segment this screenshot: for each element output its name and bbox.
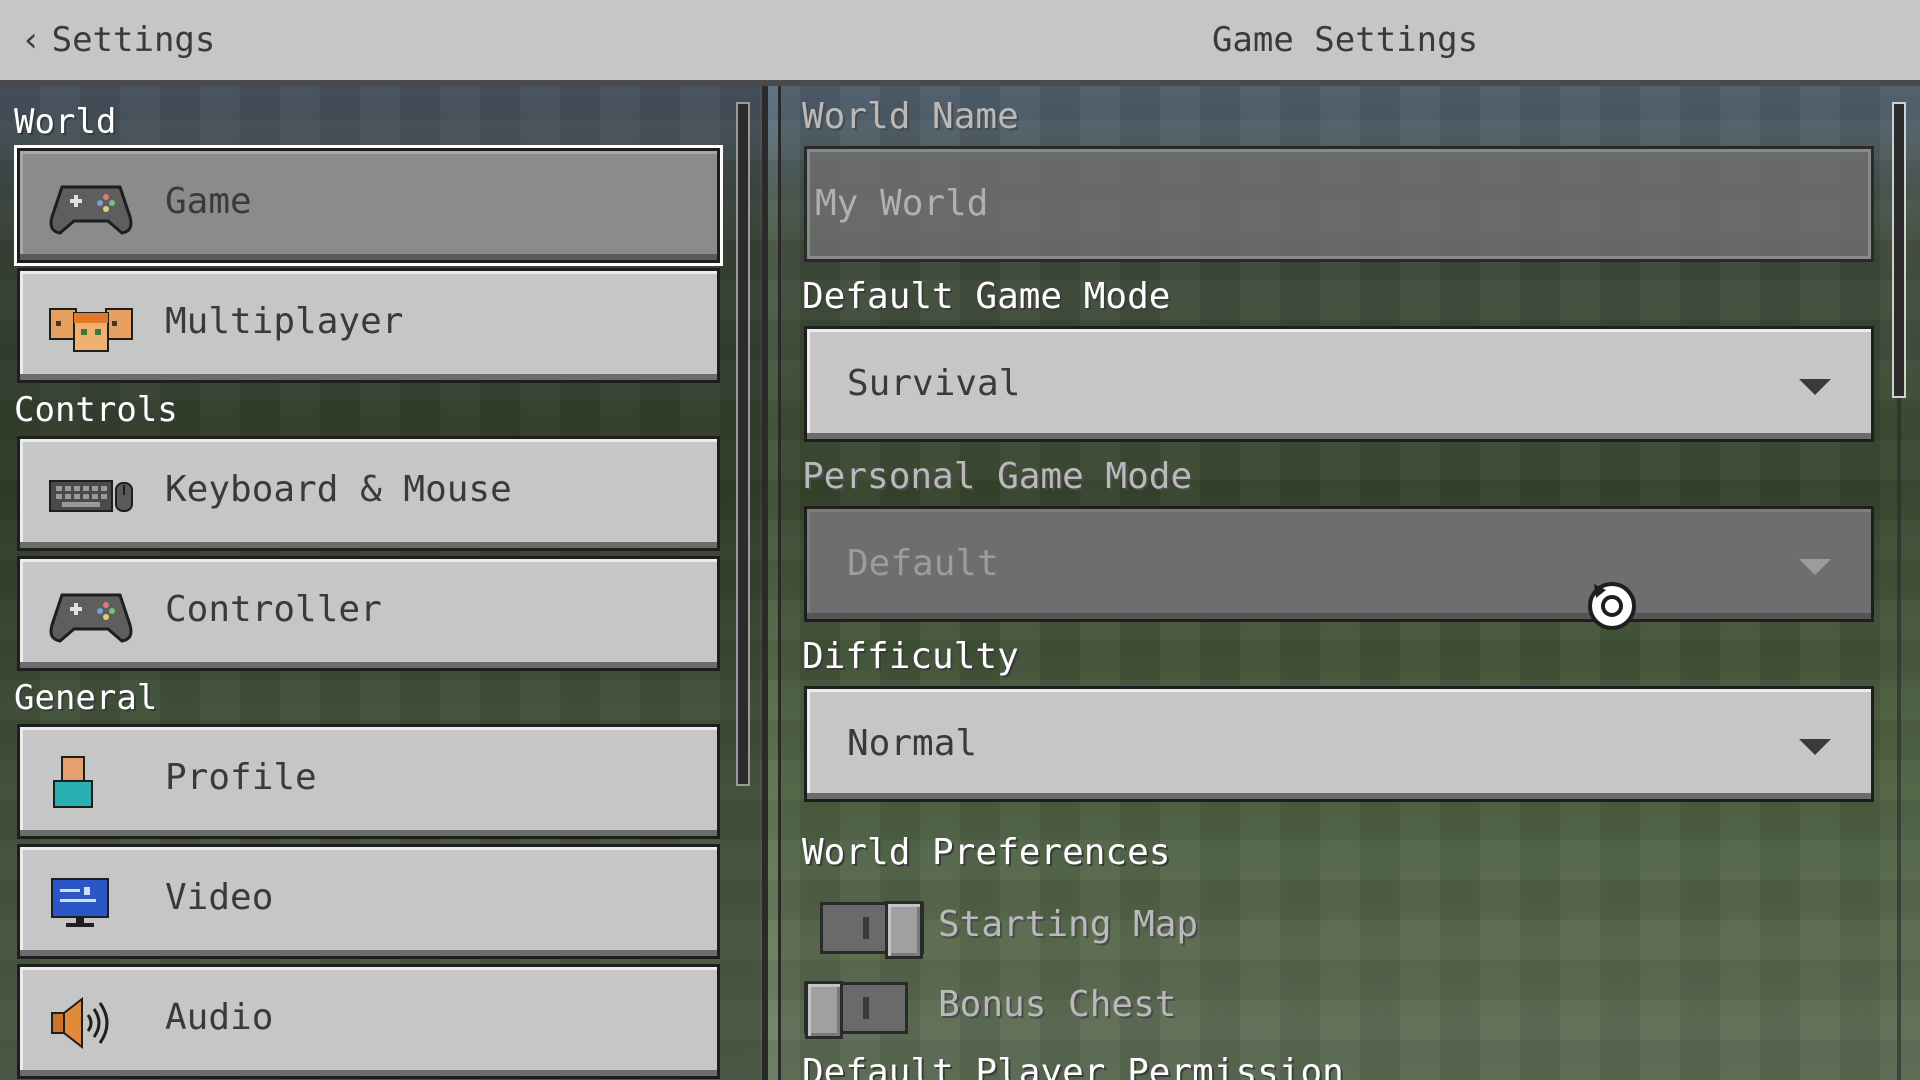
starting-map-label: Starting Map (938, 904, 1199, 945)
starting-map-toggle[interactable] (820, 901, 924, 959)
sidebar-item-keyboard-mouse[interactable]: Keyboard & Mouse (17, 436, 720, 551)
controller-icon (49, 593, 133, 643)
sidebar-item-controller[interactable]: Controller (17, 556, 720, 671)
sidebar-scrollbar[interactable] (736, 102, 750, 786)
sidebar-item-label: Video (165, 877, 274, 918)
dropdown-value: Default (847, 543, 999, 584)
default-player-permission-label: Default Player Permission (802, 1052, 1344, 1080)
page-title: Game Settings (1211, 20, 1479, 60)
back-label: Settings (51, 20, 216, 60)
sidebar-item-game[interactable]: Game (17, 148, 720, 263)
dropdown-value: Normal (847, 723, 978, 764)
multiplayer-icon (49, 308, 133, 352)
sidebar-item-label: Profile (165, 757, 317, 798)
header-bar: ‹ Settings Game Settings (0, 0, 1920, 86)
monitor-icon (51, 878, 109, 927)
section-heading-controls: Controls (14, 390, 178, 430)
controller-icon (49, 185, 133, 235)
content-scrollbar-track[interactable] (1897, 398, 1901, 1080)
sidebar-item-video[interactable]: Video (17, 844, 720, 959)
chevron-left-icon: ‹ (24, 20, 38, 60)
sidebar-item-label: Keyboard & Mouse (165, 469, 512, 510)
section-heading-world: World (14, 102, 117, 142)
sidebar-item-label: Game (165, 181, 252, 222)
content-scrollbar-thumb[interactable] (1892, 102, 1906, 398)
toggle-knob (885, 901, 923, 959)
profile-icon (53, 756, 93, 808)
chevron-down-icon (1799, 559, 1831, 575)
sidebar-item-label: Controller (165, 589, 382, 630)
sidebar-item-profile[interactable]: Profile (17, 724, 720, 839)
speaker-icon (51, 996, 109, 1050)
default-game-mode-dropdown[interactable]: Survival (804, 326, 1874, 442)
keyboard-mouse-icon (49, 480, 133, 512)
world-preferences-heading: World Preferences (802, 832, 1171, 873)
mouse-cursor-icon (1588, 582, 1636, 630)
default-game-mode-label: Default Game Mode (802, 276, 1171, 317)
difficulty-label: Difficulty (802, 636, 1019, 677)
section-heading-general: General (14, 678, 158, 718)
toggle-pip (863, 997, 869, 1019)
toggle-knob (805, 981, 843, 1039)
chevron-down-icon (1799, 739, 1831, 755)
dropdown-value: Survival (847, 363, 1021, 404)
back-button[interactable]: ‹ Settings (24, 16, 215, 64)
personal-game-mode-label: Personal Game Mode (802, 456, 1193, 497)
bonus-chest-toggle[interactable] (804, 981, 908, 1039)
toggle-pip (863, 917, 869, 939)
world-name-label: World Name (802, 96, 1019, 137)
sidebar-item-label: Audio (165, 997, 274, 1038)
bonus-chest-label: Bonus Chest (938, 984, 1177, 1025)
chevron-down-icon (1799, 379, 1831, 395)
personal-game-mode-dropdown: Default (804, 506, 1874, 622)
sidebar-item-label: Multiplayer (165, 301, 404, 342)
sidebar-item-audio[interactable]: Audio (17, 964, 720, 1079)
difficulty-dropdown[interactable]: Normal (804, 686, 1874, 802)
sidebar-item-multiplayer[interactable]: Multiplayer (17, 268, 720, 383)
world-name-input[interactable] (804, 146, 1874, 262)
